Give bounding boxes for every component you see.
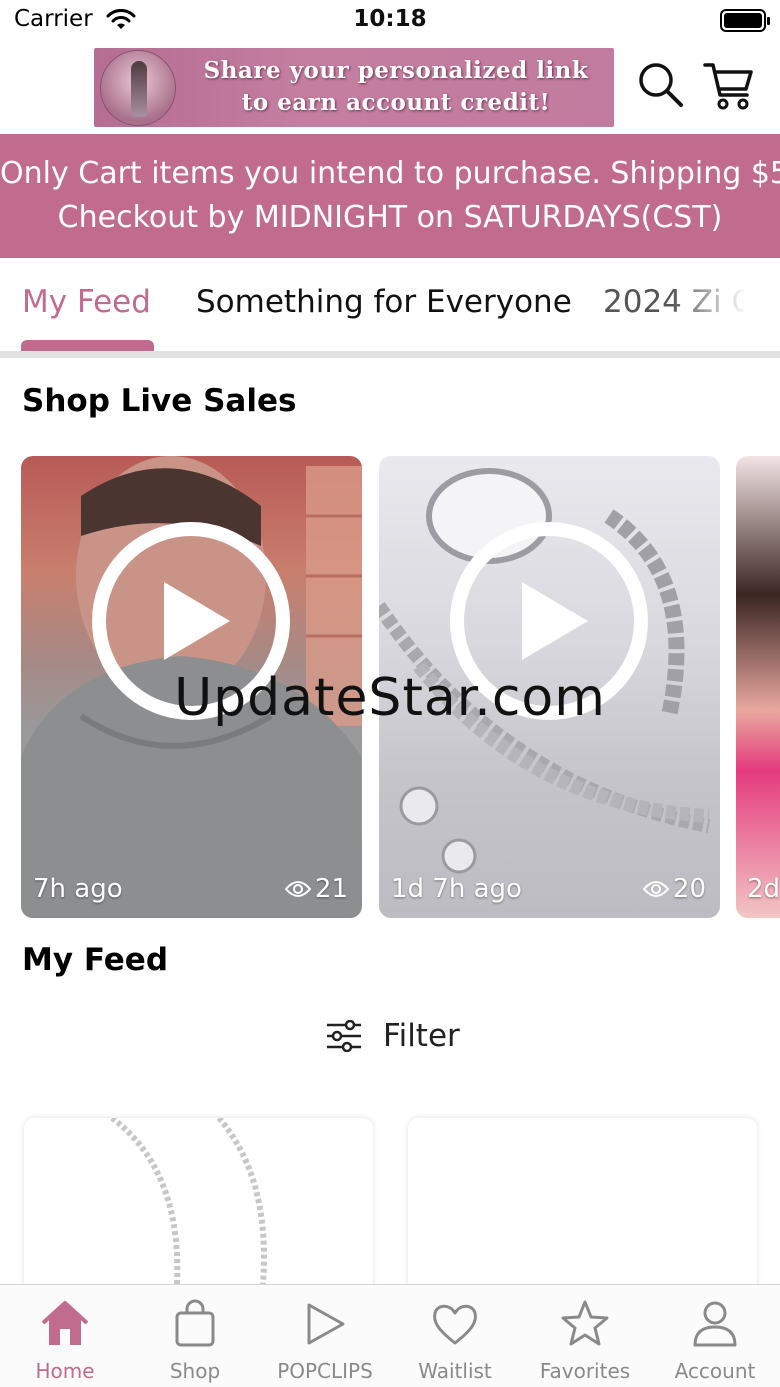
promo-avatar-image: [100, 50, 176, 126]
filter-sliders-icon: [327, 1020, 361, 1052]
bottom-tab-bar: Home Shop POPCLIPS Waitlist Favorites Ac…: [0, 1284, 780, 1387]
filter-label: Filter: [383, 1018, 460, 1054]
view-count: 21: [284, 874, 348, 904]
promo-text: Share your personalized link to earn acc…: [178, 55, 614, 119]
eye-icon: [284, 881, 311, 897]
cart-icon[interactable]: [703, 60, 755, 112]
referral-promo-banner[interactable]: Share your personalized link to earn acc…: [94, 48, 614, 127]
nav-label: Waitlist: [418, 1359, 492, 1383]
view-count: 20: [642, 874, 706, 904]
notice-line-2: Checkout by MIDNIGHT on SATURDAYS(CST): [57, 200, 723, 235]
view-count-value: 20: [672, 874, 706, 904]
play-icon[interactable]: [88, 518, 294, 724]
live-time-ago: 1d 7h ago: [391, 874, 522, 904]
status-bar: Carrier 10:18: [0, 0, 780, 44]
nav-popclips[interactable]: POPCLIPS: [260, 1285, 390, 1387]
nav-account[interactable]: Account: [650, 1285, 780, 1387]
view-count-value: 21: [314, 874, 348, 904]
promo-line-1: Share your personalized link: [203, 57, 589, 84]
live-sale-card[interactable]: 7h ago 21: [21, 456, 362, 918]
shop-live-sales-heading: Shop Live Sales: [22, 383, 297, 419]
heart-icon: [433, 1304, 477, 1345]
eye-icon: [642, 881, 669, 897]
notice-line-1: Only Cart items you intend to purchase. …: [0, 156, 780, 191]
live-sale-card[interactable]: 1d 7h ago 20: [379, 456, 720, 918]
promo-line-2: to earn account credit!: [241, 89, 551, 116]
person-icon: [693, 1301, 737, 1347]
nav-label: Shop: [169, 1359, 221, 1383]
nav-shop[interactable]: Shop: [130, 1285, 260, 1387]
shopping-bag-icon: [175, 1299, 215, 1347]
nav-waitlist[interactable]: Waitlist: [390, 1285, 520, 1387]
nav-label: Home: [35, 1359, 95, 1383]
battery-icon: [720, 9, 770, 32]
tab-my-feed[interactable]: My Feed: [22, 284, 151, 320]
filter-button[interactable]: Filter: [325, 1018, 460, 1054]
nav-label: Account: [674, 1359, 756, 1383]
my-feed-heading: My Feed: [22, 942, 169, 978]
nav-home[interactable]: Home: [0, 1285, 130, 1387]
nav-favorites[interactable]: Favorites: [520, 1285, 650, 1387]
search-icon[interactable]: [636, 60, 684, 108]
tabs-divider: [0, 351, 780, 358]
home-icon: [41, 1301, 89, 1345]
tab-something-for-everyone[interactable]: Something for Everyone: [196, 284, 572, 320]
clock: 10:18: [353, 6, 427, 32]
play-icon[interactable]: [446, 518, 652, 724]
star-icon: [561, 1300, 609, 1346]
live-time-ago: 7h ago: [33, 874, 123, 904]
feed-tabs: My Feed Something for Everyone 2024 Zi C…: [0, 258, 780, 358]
live-sale-card[interactable]: 2d: [736, 456, 780, 918]
app-header: Share your personalized link to earn acc…: [0, 44, 780, 134]
nav-label: POPCLIPS: [277, 1359, 373, 1383]
nav-label: Favorites: [539, 1359, 631, 1383]
shipping-notice-banner: Only Cart items you intend to purchase. …: [0, 134, 780, 258]
live-time-ago: 2d: [747, 874, 780, 904]
play-icon: [307, 1303, 345, 1345]
